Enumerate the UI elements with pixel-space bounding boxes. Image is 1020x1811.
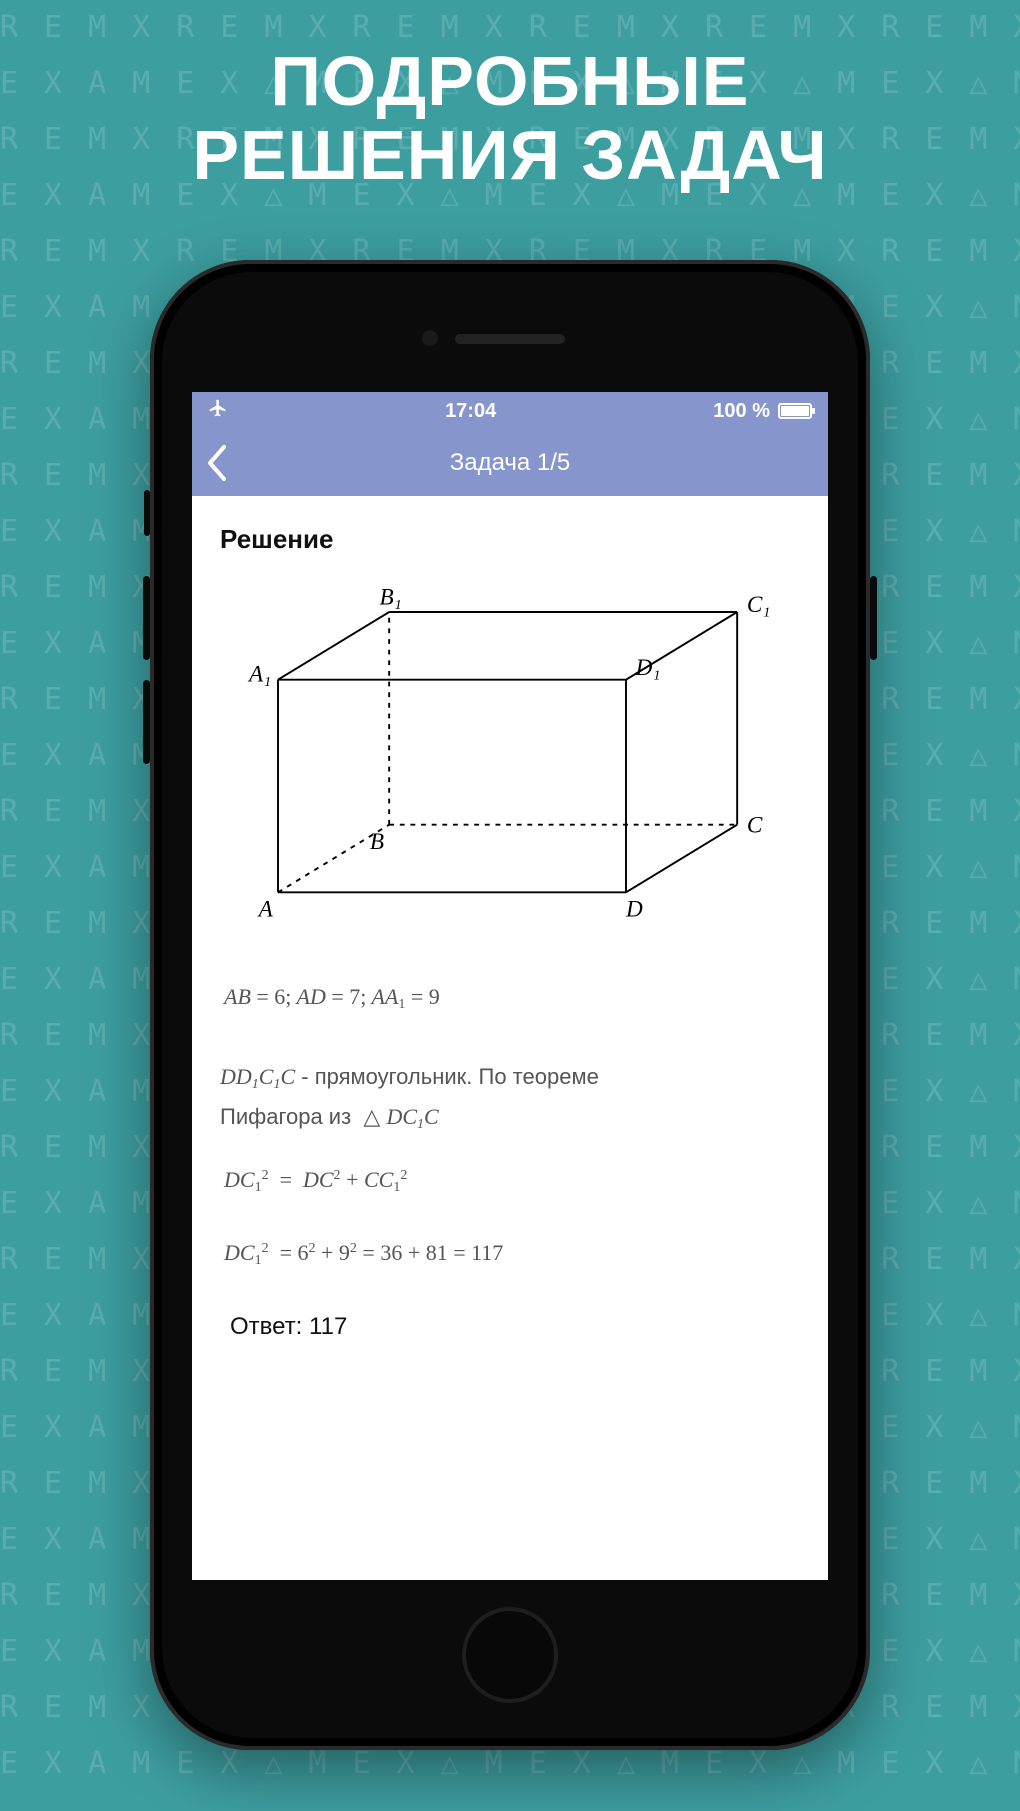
equation-2: DC12 = 62 + 92 = 36 + 81 = 117 <box>224 1240 800 1269</box>
battery-percent: 100 % <box>713 400 770 423</box>
label-B: B <box>370 829 384 855</box>
label-C: C <box>747 812 763 838</box>
label-A1: A₁ <box>247 662 271 688</box>
back-button[interactable] <box>204 443 228 483</box>
given-values: AB = 6; AD = 7; AA1 = 9 <box>224 984 800 1013</box>
volume-down-button <box>143 680 150 764</box>
phone-bezel: 17:04 100 % Задача 1/5 Решение <box>162 272 858 1738</box>
battery-icon <box>778 403 812 419</box>
geometry-figure: A D C B A₁ B₁ C₁ D₁ <box>220 577 800 937</box>
promo-line2: РЕШЕНИЯ ЗАДАЧ <box>192 116 827 194</box>
status-bar: 17:04 100 % <box>192 392 828 430</box>
airplane-icon <box>208 398 228 424</box>
equation-1: DC12 = DC2 + CC12 <box>224 1167 800 1196</box>
solution-content[interactable]: Решение <box>192 496 828 1361</box>
label-A: A <box>257 897 274 923</box>
earpiece-speaker <box>455 334 565 344</box>
label-B1: B₁ <box>380 584 402 610</box>
status-time: 17:04 <box>445 400 496 423</box>
answer-value: 117 <box>309 1313 347 1340</box>
home-button[interactable] <box>462 1607 558 1703</box>
mute-switch <box>144 490 150 536</box>
label-D: D <box>625 897 643 923</box>
app-screen: 17:04 100 % Задача 1/5 Решение <box>192 392 828 1580</box>
section-title: Решение <box>220 524 800 555</box>
explanation-text: DD1C1C - прямоугольник. По теореме Пифаг… <box>220 1057 800 1137</box>
label-C1: C₁ <box>747 592 771 618</box>
nav-title: Задача 1/5 <box>450 449 571 477</box>
promo-line1: ПОДРОБНЫЕ <box>270 42 749 120</box>
promo-headline: ПОДРОБНЫЕ РЕШЕНИЯ ЗАДАЧ <box>0 45 1020 192</box>
phone-frame: 17:04 100 % Задача 1/5 Решение <box>150 260 870 1750</box>
label-D1: D₁ <box>635 655 661 681</box>
answer-label: Ответ: <box>230 1313 302 1340</box>
power-button <box>870 576 877 660</box>
answer-line: Ответ: 117 <box>220 1313 800 1341</box>
volume-up-button <box>143 576 150 660</box>
nav-bar: Задача 1/5 <box>192 430 828 496</box>
front-camera <box>422 330 438 346</box>
